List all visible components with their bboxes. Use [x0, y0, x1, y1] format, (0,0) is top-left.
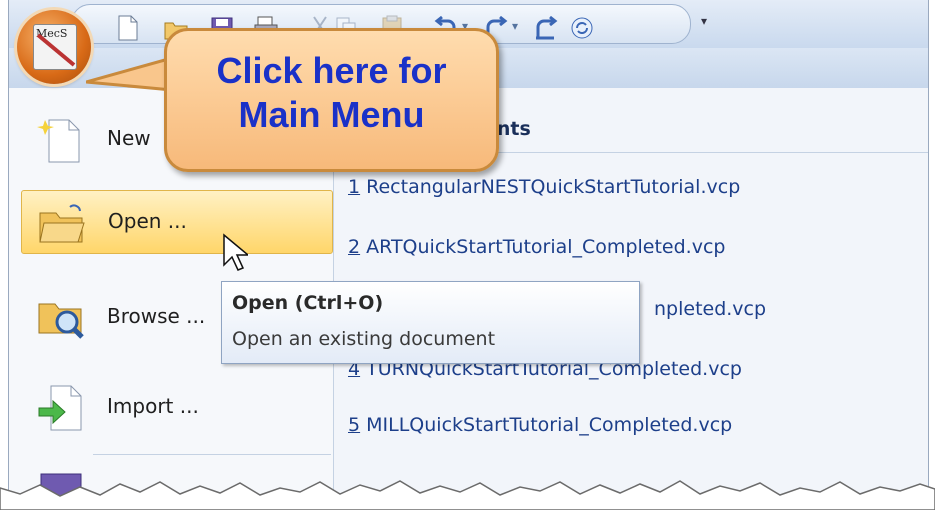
refresh-icon[interactable]	[570, 15, 594, 41]
callout-line-1: Click here for	[216, 50, 447, 91]
recent-document-item[interactable]: 2 ARTQuickStartTutorial_Completed.vcp	[348, 236, 725, 258]
app-logo: MecS	[33, 24, 77, 70]
main-menu-button[interactable]: MecS	[17, 10, 91, 84]
menu-item-label: Browse ...	[107, 304, 206, 328]
menu-divider	[93, 454, 331, 455]
recent-item-number: 5	[348, 414, 361, 436]
repeat-icon[interactable]	[534, 15, 558, 41]
open-folder-icon	[39, 204, 85, 243]
recent-item-name: MILLQuickStartTutorial_Completed.vcp	[360, 414, 733, 436]
menu-item-label: Import ...	[107, 394, 199, 418]
main-menu-callout: Click here for Main Menu	[164, 28, 499, 172]
tooltip-description: Open an existing document	[232, 328, 496, 350]
open-tooltip: Open (Ctrl+O) Open an existing document	[221, 281, 640, 364]
mouse-pointer-icon	[223, 233, 248, 271]
logo-slash-icon	[36, 33, 76, 67]
menu-item-open[interactable]: Open ...	[21, 190, 333, 254]
customize-toolbar-icon[interactable]: ▾	[697, 12, 711, 30]
recent-document-item[interactable]: 1 RectangularNESTQuickStartTutorial.vcp	[348, 176, 740, 198]
torn-edge-decoration	[0, 480, 935, 510]
browse-folder-icon	[38, 303, 84, 339]
recent-item-name: ARTQuickStartTutorial_Completed.vcp	[360, 236, 726, 258]
recent-document-item[interactable]: 5 MILLQuickStartTutorial_Completed.vcp	[348, 414, 732, 436]
menu-item-import[interactable]: Import ...	[21, 376, 331, 438]
menu-item-label: New	[107, 126, 151, 150]
callout-line-2: Main Menu	[238, 94, 425, 135]
import-icon	[38, 385, 82, 431]
new-document-icon[interactable]	[116, 15, 140, 41]
recent-item-name: npleted.vcp	[654, 298, 767, 320]
recent-item-number: 2	[348, 236, 361, 258]
new-document-icon	[37, 119, 80, 163]
callout-text: Click here for Main Menu	[167, 49, 496, 137]
callout-pointer	[86, 56, 174, 92]
recent-document-item[interactable]: npleted.vcp	[654, 298, 766, 320]
recent-item-number: 1	[348, 176, 361, 198]
redo-dropdown-icon[interactable]: ▾	[512, 19, 522, 37]
tooltip-title: Open (Ctrl+O)	[232, 292, 384, 314]
menu-item-label: Open ...	[108, 209, 187, 233]
recent-item-name: RectangularNESTQuickStartTutorial.vcp	[360, 176, 741, 198]
